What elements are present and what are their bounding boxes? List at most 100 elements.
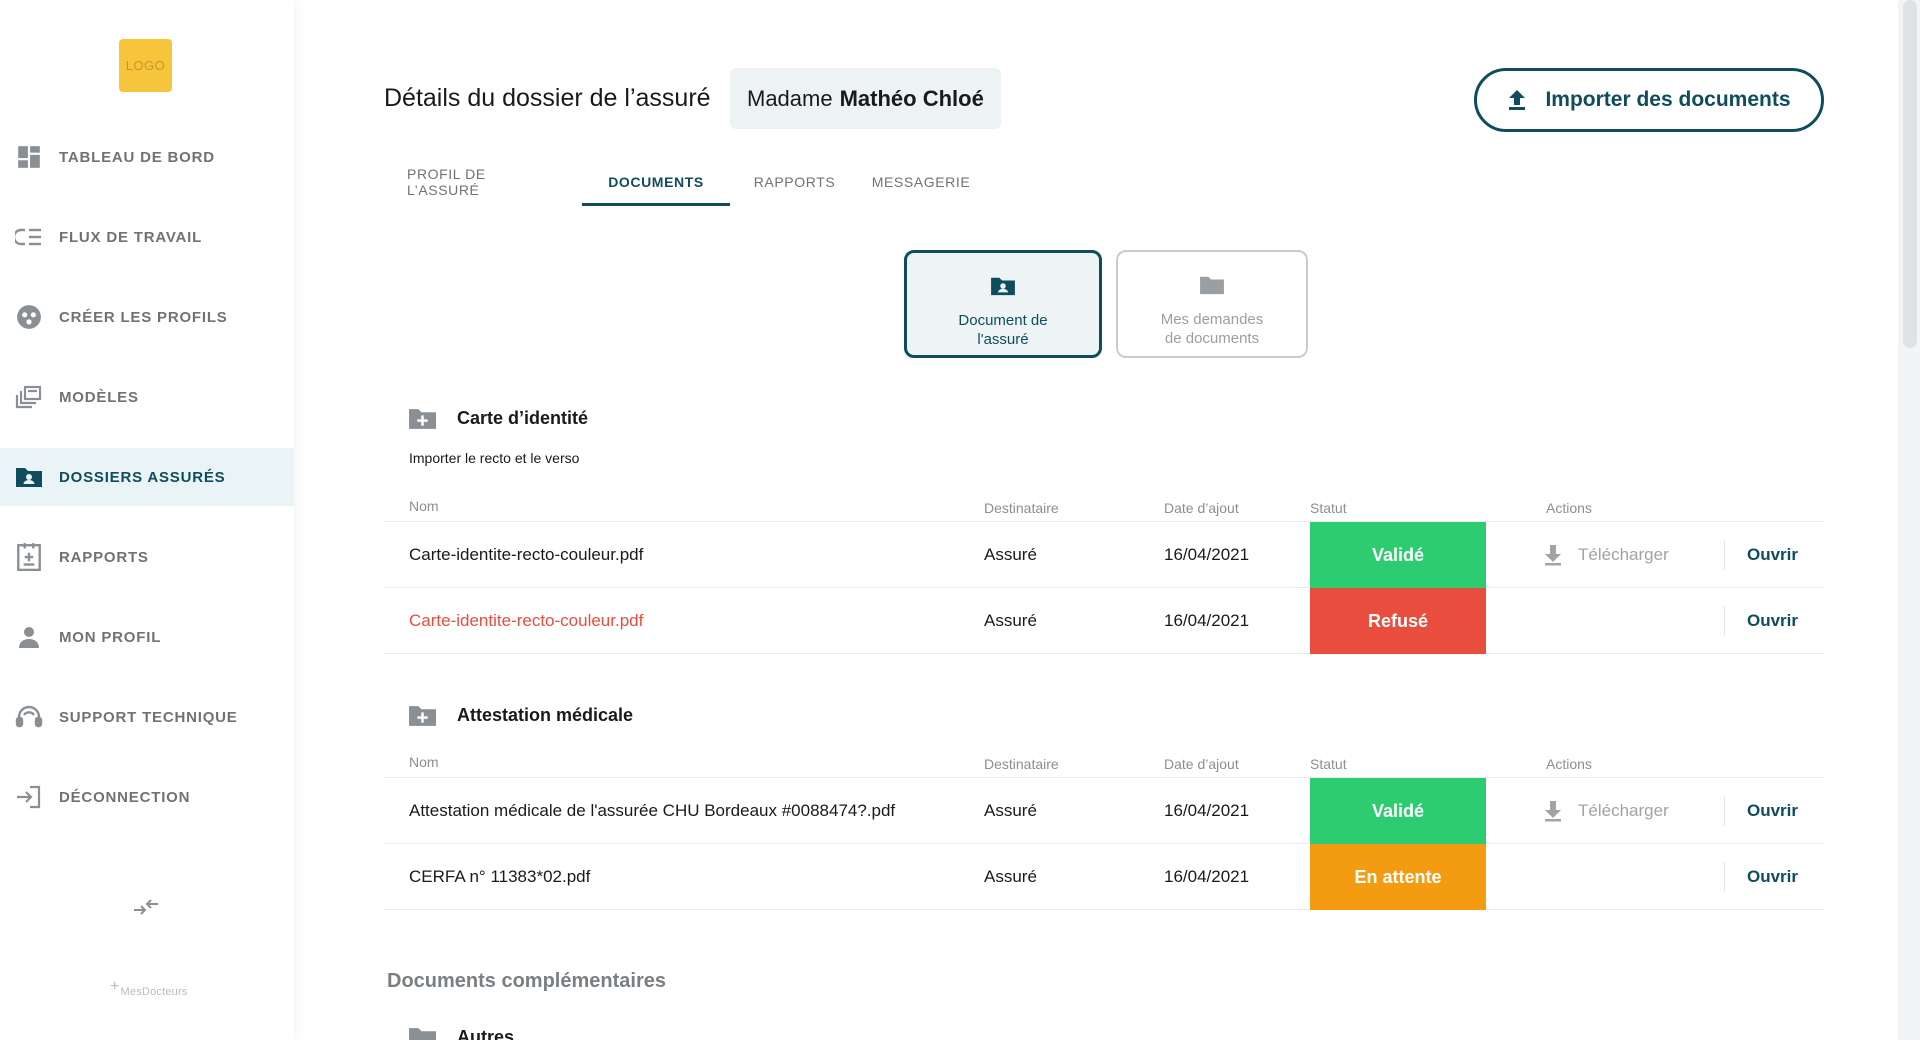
doc-type-requests-label-line2: de documents bbox=[1164, 330, 1260, 347]
main-content: Détails du dossier de l’assuré Madame Ma… bbox=[384, 0, 1824, 1040]
workflow-icon bbox=[15, 223, 43, 251]
sidebar-item-flux-de-travail[interactable]: FLUX DE TRAVAIL bbox=[0, 208, 294, 266]
status-badge: Refusé bbox=[1310, 588, 1486, 654]
download-button[interactable]: Télécharger bbox=[1544, 522, 1669, 588]
doc-type-requests-label-line1: Mes demandes bbox=[1160, 311, 1264, 328]
sidebar-item-label: CRÉER LES PROFILS bbox=[59, 308, 228, 326]
collapse-sidebar-button[interactable] bbox=[131, 897, 161, 921]
column-header-date: Date d’ajout bbox=[1164, 500, 1239, 516]
sidebar-item-mon-profil[interactable]: MON PROFIL bbox=[0, 608, 294, 666]
table-row: Carte-identite-recto-couleur.pdf Assuré … bbox=[384, 522, 1824, 588]
download-button[interactable]: Télécharger bbox=[1544, 778, 1669, 844]
document-name[interactable]: Carte-identite-recto-couleur.pdf bbox=[409, 588, 643, 654]
download-label: Télécharger bbox=[1578, 545, 1669, 564]
sidebar: LOGO TABLEAU DE BORD FLUX DE TRAVAIL CRÉ… bbox=[0, 0, 294, 1040]
column-header-name: Nom bbox=[409, 498, 439, 514]
brand-logo: +MesDocteurs bbox=[110, 978, 188, 1000]
sidebar-item-support-technique[interactable]: SUPPORT TECHNIQUE bbox=[0, 688, 294, 746]
document-name: Attestation médicale de l'assurée CHU Bo… bbox=[409, 801, 896, 820]
column-header-status: Statut bbox=[1310, 756, 1347, 772]
create-profiles-icon bbox=[15, 303, 43, 331]
insured-folder-icon bbox=[15, 463, 43, 491]
status-badge: En attente bbox=[1310, 844, 1486, 910]
brand-name: MesDocteurs bbox=[120, 986, 188, 998]
tab-bar: PROFIL DE L’ASSURÉ DOCUMENTS RAPPORTS ME… bbox=[384, 160, 970, 206]
sidebar-item-label: MON PROFIL bbox=[59, 628, 162, 646]
section-subtitle: Importer le recto et le verso bbox=[409, 450, 580, 466]
document-date: 16/04/2021 bbox=[1164, 801, 1250, 820]
sidebar-item-dossiers-assures[interactable]: DOSSIERS ASSURÉS bbox=[0, 448, 294, 506]
table-header: Nom Destinataire Date d’ajout Statut Act… bbox=[384, 492, 1824, 522]
upload-icon bbox=[1507, 89, 1527, 111]
column-header-recipient: Destinataire bbox=[984, 756, 1059, 772]
column-header-date: Date d’ajout bbox=[1164, 756, 1239, 772]
tab-rapports[interactable]: RAPPORTS bbox=[746, 160, 843, 206]
import-documents-button[interactable]: Importer des documents bbox=[1474, 68, 1824, 132]
action-divider bbox=[1724, 540, 1725, 570]
dashboard-icon bbox=[15, 143, 43, 171]
action-divider bbox=[1724, 862, 1725, 892]
sidebar-item-label: MODÈLES bbox=[59, 388, 139, 406]
document-recipient: Assuré bbox=[984, 867, 1037, 886]
column-header-actions: Actions bbox=[1546, 756, 1592, 772]
document-date: 16/04/2021 bbox=[1164, 611, 1250, 630]
download-icon bbox=[1544, 800, 1562, 822]
document-name: Carte-identite-recto-couleur.pdf bbox=[409, 545, 644, 564]
tab-documents[interactable]: DOCUMENTS bbox=[582, 160, 730, 206]
folder-plus-icon[interactable] bbox=[408, 1026, 437, 1040]
column-header-name: Nom bbox=[409, 754, 439, 770]
table-row: CERFA n° 11383*02.pdf Assuré 16/04/2021 … bbox=[384, 844, 1824, 910]
brand-plus-icon: + bbox=[110, 978, 120, 995]
sidebar-item-deconnection[interactable]: DÉCONNECTION bbox=[0, 768, 294, 826]
document-date: 16/04/2021 bbox=[1164, 867, 1250, 886]
doc-type-requests-button[interactable]: Mes demandes de documents bbox=[1116, 250, 1308, 358]
logout-icon bbox=[15, 783, 43, 811]
open-link[interactable]: Ouvrir bbox=[1747, 844, 1798, 910]
folder-icon bbox=[1198, 270, 1226, 300]
open-link[interactable]: Ouvrir bbox=[1747, 778, 1798, 844]
table-row: Carte-identite-recto-couleur.pdf Assuré … bbox=[384, 588, 1824, 654]
documents-table: Nom Destinataire Date d’ajout Statut Act… bbox=[384, 492, 1824, 654]
section-header-others: Autres bbox=[408, 1026, 514, 1040]
document-date: 16/04/2021 bbox=[1164, 545, 1250, 564]
column-header-recipient: Destinataire bbox=[984, 500, 1059, 516]
table-row: Attestation médicale de l'assurée CHU Bo… bbox=[384, 778, 1824, 844]
import-documents-label: Importer des documents bbox=[1545, 88, 1791, 111]
scrollbar-thumb[interactable] bbox=[1903, 0, 1917, 348]
documents-table: Nom Destinataire Date d’ajout Statut Act… bbox=[384, 748, 1824, 910]
sidebar-item-label: SUPPORT TECHNIQUE bbox=[59, 708, 238, 726]
sidebar-item-label: RAPPORTS bbox=[59, 548, 149, 566]
support-headset-icon bbox=[15, 703, 43, 731]
status-badge: Validé bbox=[1310, 522, 1486, 588]
document-name: CERFA n° 11383*02.pdf bbox=[409, 867, 591, 886]
section-title: Carte d’identité bbox=[457, 408, 589, 428]
status-badge: Validé bbox=[1310, 778, 1486, 844]
folder-plus-icon[interactable] bbox=[408, 407, 437, 430]
sidebar-item-modeles[interactable]: MODÈLES bbox=[0, 368, 294, 426]
open-link[interactable]: Ouvrir bbox=[1747, 588, 1798, 654]
download-icon bbox=[1544, 544, 1562, 566]
section-title: Autres bbox=[457, 1027, 515, 1040]
sidebar-item-label: TABLEAU DE BORD bbox=[59, 148, 215, 166]
tab-profil-assure[interactable]: PROFIL DE L’ASSURÉ bbox=[407, 160, 555, 206]
open-link[interactable]: Ouvrir bbox=[1747, 522, 1798, 588]
sidebar-item-label: DÉCONNECTION bbox=[59, 788, 191, 806]
document-recipient: Assuré bbox=[984, 801, 1037, 820]
action-divider bbox=[1724, 796, 1725, 826]
doc-type-insured-label-line2: l'assuré bbox=[977, 331, 1029, 348]
action-divider bbox=[1724, 606, 1725, 636]
doc-type-insured-button[interactable]: Document de l'assuré bbox=[904, 250, 1102, 358]
person-name: Mathéo Chloé bbox=[839, 85, 984, 111]
tab-messagerie[interactable]: MESSAGERIE bbox=[872, 160, 970, 206]
section-header: Carte d’identité bbox=[408, 407, 588, 430]
insured-person-chip: Madame Mathéo Chloé bbox=[730, 68, 1001, 129]
sidebar-item-tableau-de-bord[interactable]: TABLEAU DE BORD bbox=[0, 128, 294, 186]
folder-plus-icon[interactable] bbox=[408, 704, 437, 727]
user-icon bbox=[15, 623, 43, 651]
sidebar-item-rapports[interactable]: RAPPORTS bbox=[0, 528, 294, 586]
column-header-status: Statut bbox=[1310, 500, 1347, 516]
page-title: Détails du dossier de l’assuré bbox=[384, 84, 711, 112]
sidebar-item-label: DOSSIERS ASSURÉS bbox=[59, 468, 226, 486]
scrollbar-track[interactable] bbox=[1898, 0, 1920, 1040]
sidebar-item-creer-les-profils[interactable]: CRÉER LES PROFILS bbox=[0, 288, 294, 346]
